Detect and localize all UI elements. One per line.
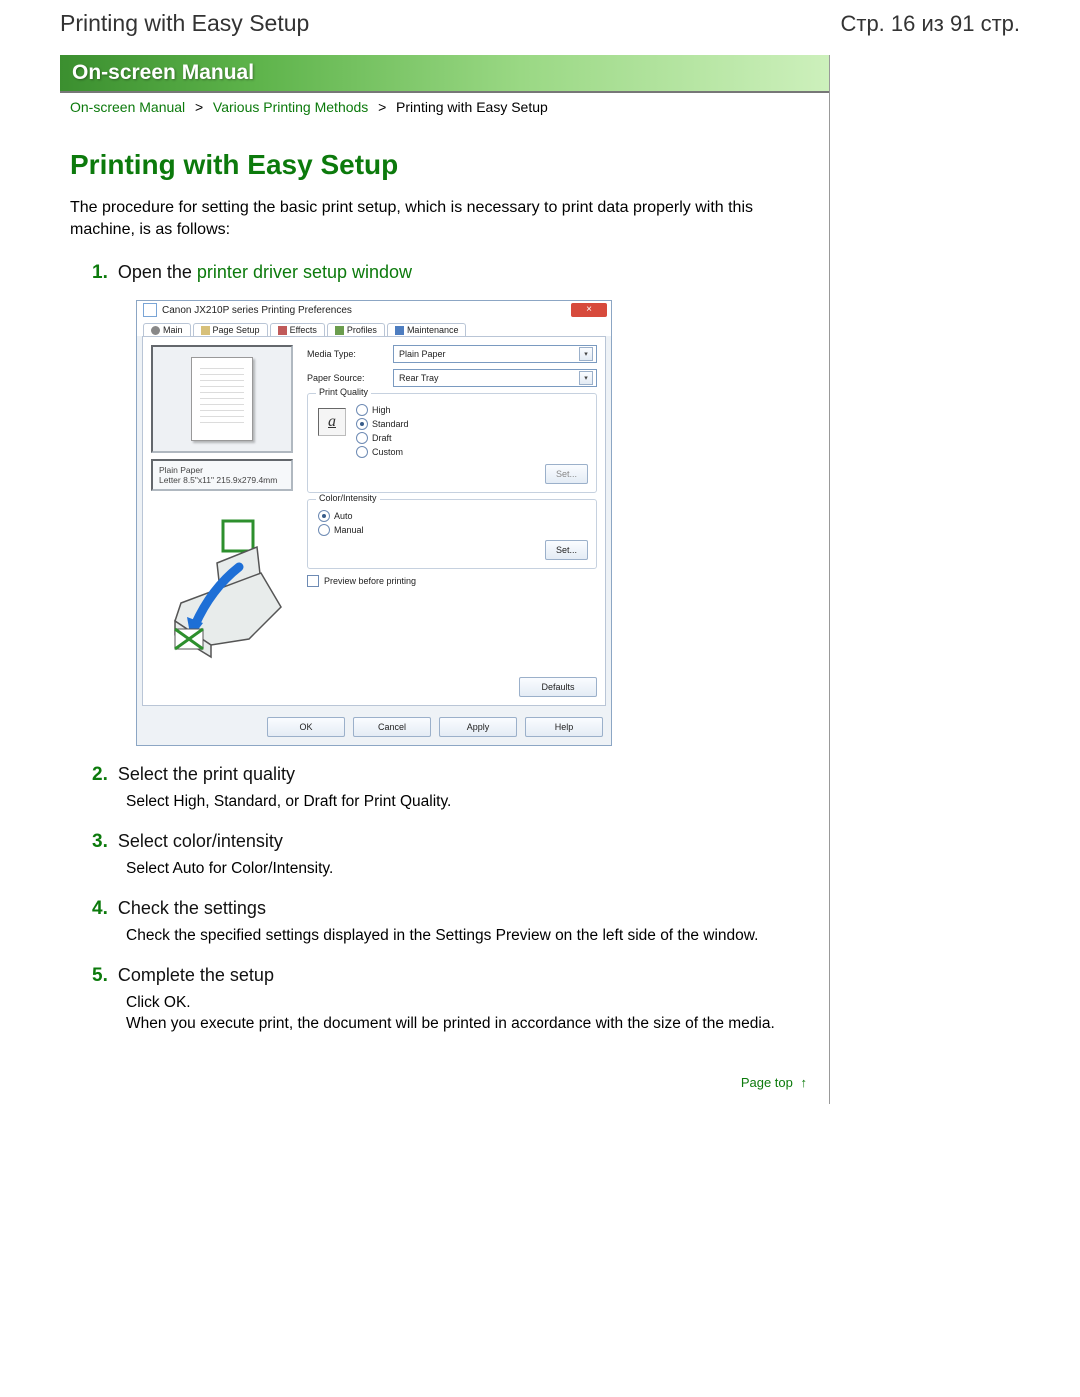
print-preferences-dialog: Canon JX210P series Printing Preferences… — [136, 300, 612, 746]
step-2: 2. Select the print quality Select High,… — [92, 764, 819, 813]
step-3-title: Select color/intensity — [118, 831, 283, 852]
step-5-title: Complete the setup — [118, 965, 274, 986]
step-5-body-a: Click OK. — [126, 994, 191, 1011]
step-5: 5. Complete the setup Click OK. When you… — [92, 965, 819, 1035]
tab-profiles[interactable]: Profiles — [327, 323, 385, 336]
apply-button[interactable]: Apply — [439, 717, 517, 737]
media-type-dropdown[interactable]: Plain Paper ▾ — [393, 345, 597, 363]
brush-icon — [278, 326, 287, 335]
step-5-number: 5. — [92, 965, 108, 987]
step-4-title: Check the settings — [118, 898, 266, 919]
wrench-icon — [395, 326, 404, 335]
radio-high[interactable] — [356, 404, 368, 416]
quality-set-button[interactable]: Set... — [545, 464, 588, 484]
radio-standard[interactable] — [356, 418, 368, 430]
content-panel: On-screen Manual On-screen Manual > Vari… — [60, 55, 830, 1104]
step-4-body: Check the specified settings displayed i… — [126, 926, 819, 947]
tab-main[interactable]: Main — [143, 323, 191, 336]
radio-auto[interactable] — [318, 510, 330, 522]
chevron-down-icon: ▾ — [579, 371, 593, 385]
media-type-label: Media Type: — [307, 349, 385, 359]
cancel-button[interactable]: Cancel — [353, 717, 431, 737]
page-header-title: Printing with Easy Setup — [60, 10, 309, 37]
radio-draft[interactable] — [356, 432, 368, 444]
step-3-number: 3. — [92, 831, 108, 853]
intro-text: The procedure for setting the basic prin… — [70, 197, 819, 240]
page-icon — [201, 326, 210, 335]
step-1-link[interactable]: printer driver setup window — [197, 262, 412, 282]
step-5-body-b: When you execute print, the document wil… — [126, 1015, 775, 1032]
quality-a-icon: a — [318, 408, 346, 436]
page-title: Printing with Easy Setup — [70, 149, 819, 181]
settings-preview — [151, 345, 293, 453]
tab-maintenance[interactable]: Maintenance — [387, 323, 467, 336]
step-3: 3. Select color/intensity Select Auto fo… — [92, 831, 819, 880]
color-intensity-group: Color/Intensity Auto Manual Set... — [307, 499, 597, 569]
paper-source-dropdown[interactable]: Rear Tray ▾ — [393, 369, 597, 387]
step-2-number: 2. — [92, 764, 108, 786]
preview-meta: Plain Paper Letter 8.5"x11" 215.9x279.4m… — [151, 459, 293, 491]
step-4-number: 4. — [92, 898, 108, 920]
breadcrumb-current: Printing with Easy Setup — [396, 99, 548, 115]
chevron-down-icon: ▾ — [579, 347, 593, 361]
step-4: 4. Check the settings Check the specifie… — [92, 898, 819, 947]
dialog-title: Canon JX210P series Printing Preferences — [162, 305, 352, 316]
step-2-body: Select High, Standard, or Draft for Prin… — [126, 792, 819, 813]
step-1-title-a: Open the — [118, 262, 197, 282]
tab-effects[interactable]: Effects — [270, 323, 325, 336]
page-counter: Стр. 16 из 91 стр. — [840, 11, 1020, 37]
manual-banner: On-screen Manual — [60, 55, 829, 93]
step-2-title: Select the print quality — [118, 764, 295, 785]
radio-manual[interactable] — [318, 524, 330, 536]
radio-custom[interactable] — [356, 446, 368, 458]
step-3-body: Select Auto for Color/Intensity. — [126, 859, 819, 880]
paper-source-label: Paper Source: — [307, 373, 385, 383]
tab-page-setup[interactable]: Page Setup — [193, 323, 268, 336]
ok-button[interactable]: OK — [267, 717, 345, 737]
arrow-up-icon: ↑ — [801, 1075, 808, 1090]
preview-checkbox[interactable] — [307, 575, 319, 587]
step-1-number: 1. — [92, 262, 108, 284]
print-quality-group: Print Quality a High Standard Draft Cu — [307, 393, 597, 493]
page-top-link[interactable]: Page top — [741, 1075, 793, 1090]
dialog-tabs: Main Page Setup Effects Profiles Mainten… — [137, 321, 611, 336]
profile-icon — [335, 326, 344, 335]
printer-illustration — [151, 517, 293, 667]
color-set-button[interactable]: Set... — [545, 540, 588, 560]
step-1: 1. Open the printer driver setup window … — [92, 262, 819, 746]
help-button[interactable]: Help — [525, 717, 603, 737]
breadcrumb-link-section[interactable]: Various Printing Methods — [213, 99, 368, 115]
close-icon[interactable]: × — [571, 303, 607, 317]
breadcrumb: On-screen Manual > Various Printing Meth… — [60, 93, 829, 119]
breadcrumb-link-root[interactable]: On-screen Manual — [70, 99, 185, 115]
gear-icon — [151, 326, 160, 335]
dialog-app-icon — [143, 303, 157, 317]
preview-checkbox-label: Preview before printing — [324, 576, 416, 586]
defaults-button[interactable]: Defaults — [519, 677, 597, 697]
